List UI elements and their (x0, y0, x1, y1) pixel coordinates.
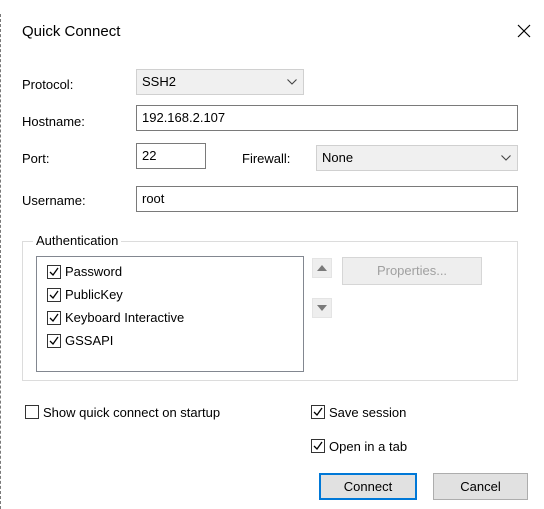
list-item-label: PublicKey (65, 287, 123, 302)
move-down-button[interactable] (312, 298, 332, 318)
port-label: Port: (22, 151, 50, 166)
hostname-value: 192.168.2.107 (142, 110, 226, 125)
list-item-label: Password (65, 264, 123, 279)
firewall-value: None (322, 150, 354, 165)
triangle-down-icon (317, 305, 327, 311)
checkmark-icon (49, 267, 59, 277)
connect-button[interactable]: Connect (319, 473, 417, 500)
chevron-down-icon (287, 79, 297, 85)
password-checkbox[interactable] (47, 265, 61, 279)
publickey-checkbox[interactable] (47, 288, 61, 302)
title-bar: Quick Connect (0, 0, 544, 40)
protocol-label: Protocol: (22, 77, 74, 92)
list-item-label: Keyboard Interactive (65, 310, 185, 325)
firewall-select[interactable]: None (316, 145, 518, 171)
show-on-startup-label: Show quick connect on startup (43, 405, 221, 420)
list-item-label: GSSAPI (65, 333, 114, 348)
gssapi-checkbox[interactable] (47, 334, 61, 348)
close-icon[interactable] (513, 20, 535, 42)
hostname-label: Hostname: (22, 114, 85, 129)
checkmark-icon (313, 407, 323, 417)
keyboard-interactive-checkbox[interactable] (47, 311, 61, 325)
cancel-button[interactable]: Cancel (433, 473, 528, 500)
triangle-up-icon (317, 265, 327, 271)
save-session-label: Save session (329, 405, 407, 420)
authentication-group-title: Authentication (33, 233, 122, 249)
port-input[interactable]: 22 (136, 143, 206, 169)
port-value: 22 (142, 148, 157, 163)
chevron-down-icon (501, 155, 511, 161)
show-on-startup-checkbox[interactable] (25, 405, 39, 419)
username-value: root (142, 191, 165, 206)
username-input[interactable]: root (136, 186, 518, 212)
open-in-tab-label: Open in a tab (329, 439, 408, 454)
checkmark-icon (313, 441, 323, 451)
window-title: Quick Connect (22, 23, 121, 40)
firewall-label: Firewall: (242, 151, 291, 166)
username-label: Username: (22, 193, 86, 208)
checkmark-icon (49, 313, 59, 323)
protocol-value: SSH2 (142, 74, 176, 89)
hostname-input[interactable]: 192.168.2.107 (136, 105, 518, 131)
window-left-edge (0, 14, 1, 509)
protocol-select[interactable]: SSH2 (136, 69, 304, 95)
checkmark-icon (49, 290, 59, 300)
save-session-checkbox[interactable] (311, 405, 325, 419)
properties-button[interactable]: Properties... (342, 257, 482, 285)
move-up-button[interactable] (312, 258, 332, 278)
authentication-method-list[interactable]: Password PublicKey Keyboard Interactive … (36, 256, 304, 372)
open-in-tab-checkbox[interactable] (311, 439, 325, 453)
checkmark-icon (49, 336, 59, 346)
